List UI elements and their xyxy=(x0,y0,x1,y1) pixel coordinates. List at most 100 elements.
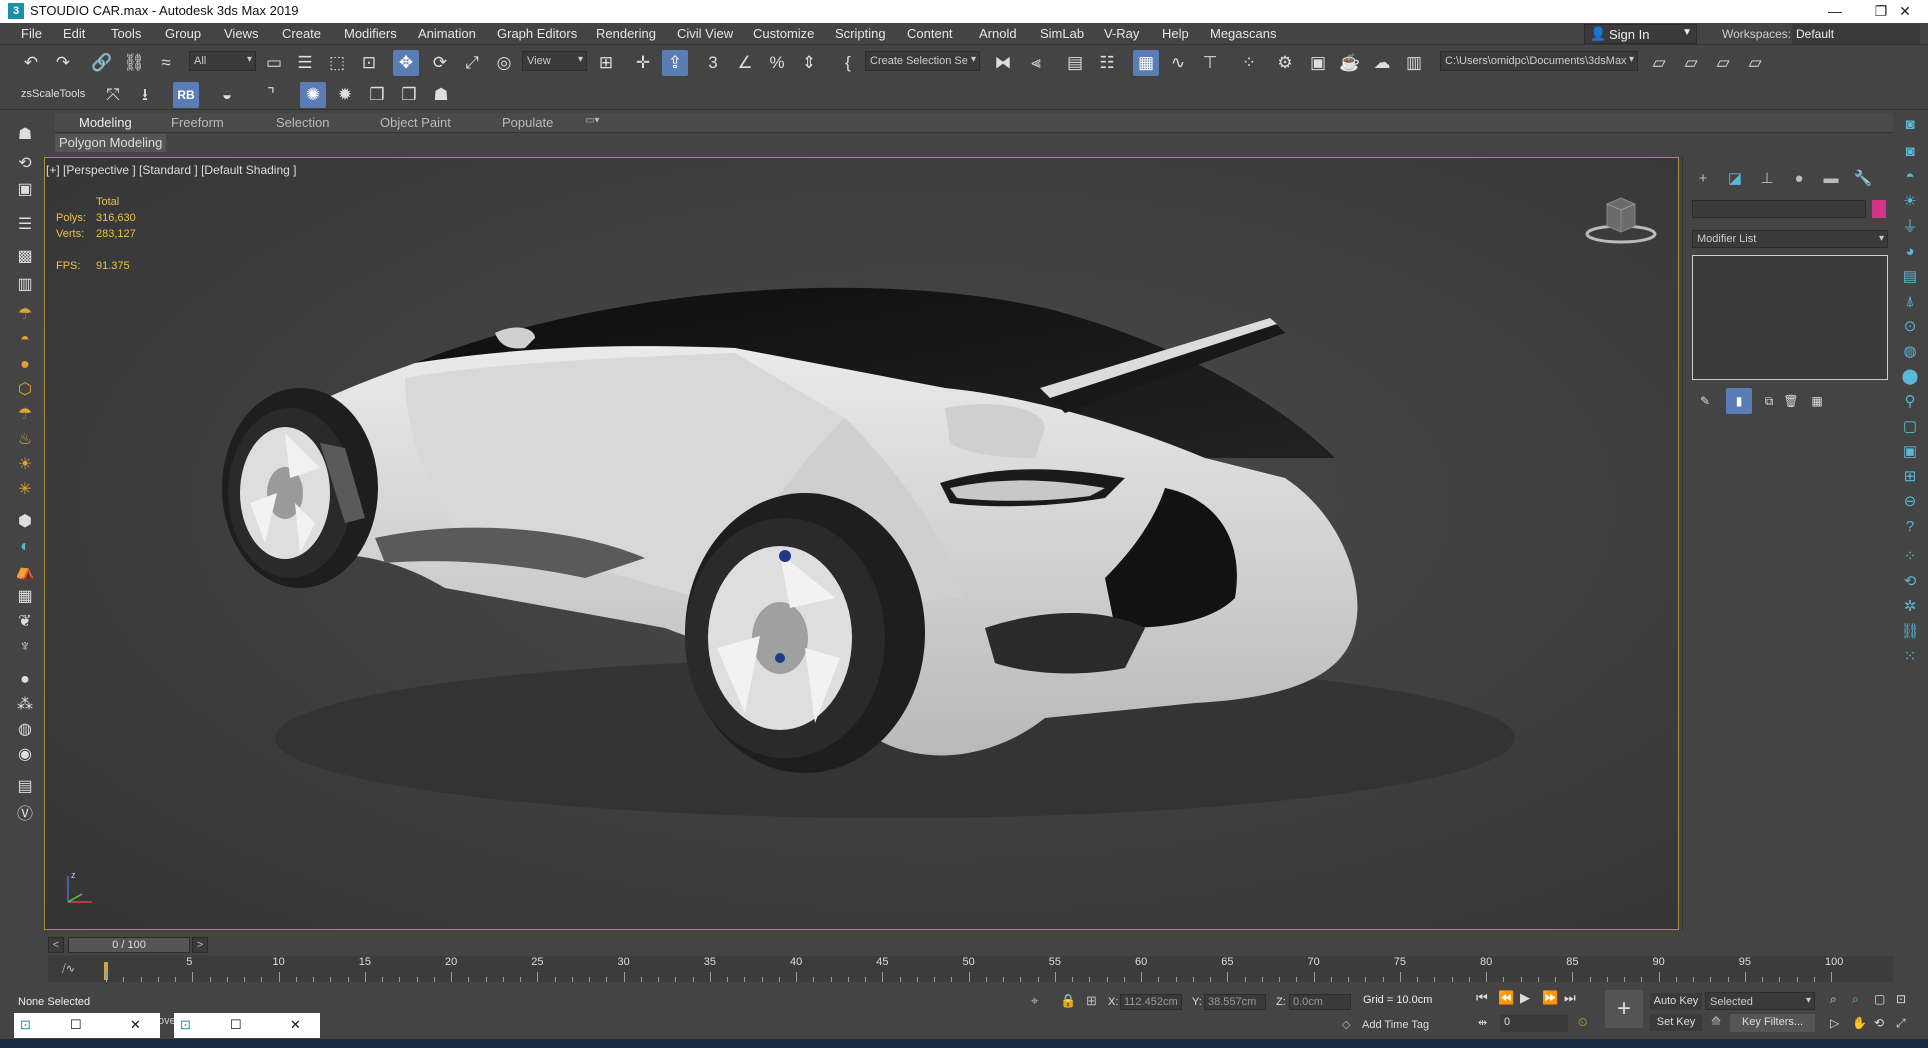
material-editor-icon[interactable]: ⁘ xyxy=(1236,50,1262,76)
configure-modifier-sets-icon[interactable]: ▦ xyxy=(1804,388,1830,414)
minimize-button[interactable]: — xyxy=(1812,0,1858,23)
cylinder-icon[interactable]: ▥ xyxy=(13,273,37,297)
vray-fb-icon[interactable]: ⊞ xyxy=(1898,465,1922,489)
snapshot-icon[interactable]: ▱ xyxy=(1678,50,1704,76)
pin-stack-icon[interactable]: ✎ xyxy=(1692,388,1718,414)
vray-sphere-icon[interactable]: ◍ xyxy=(1898,340,1922,364)
omni-light-icon[interactable]: ♨ xyxy=(13,428,37,452)
close-icon[interactable]: ✕ xyxy=(290,1017,301,1033)
vray-light-icon[interactable]: ◓ xyxy=(1898,165,1922,189)
y-coord-field[interactable]: 38.557cm xyxy=(1204,994,1266,1010)
teapot-icon[interactable]: ☗ xyxy=(13,123,37,147)
named-selection-dropdown[interactable]: Create Selection Se xyxy=(865,51,980,71)
zoom-icon[interactable]: ⌕ xyxy=(1830,992,1837,1007)
vray-fur-icon[interactable]: ⍋ xyxy=(1898,290,1922,314)
create-tab-icon[interactable]: + xyxy=(1691,167,1715,191)
viewcube-icon[interactable] xyxy=(1585,196,1657,246)
object-color-swatch[interactable] xyxy=(1872,200,1886,218)
menu-animation[interactable]: Animation xyxy=(418,26,476,41)
render-effects-icon[interactable]: ✹ xyxy=(332,82,358,108)
menu-graph-editors[interactable]: Graph Editors xyxy=(497,26,577,41)
snap-helper-3-icon[interactable]: ✲ xyxy=(1898,595,1922,619)
key-selection-dropdown[interactable]: Selected xyxy=(1705,992,1815,1010)
render-in-cloud-icon[interactable]: ☁ xyxy=(1369,50,1395,76)
window-crossing-icon[interactable]: ⊡ xyxy=(356,50,382,76)
motion-tab-icon[interactable]: ● xyxy=(1787,167,1811,191)
select-object-icon[interactable]: ▭ xyxy=(261,50,287,76)
mirror-icon[interactable]: ⧓ xyxy=(990,50,1016,76)
bind-spacewarp-icon[interactable]: ≈ xyxy=(153,50,179,76)
project-folder-icon[interactable]: ▱ xyxy=(1646,50,1672,76)
cube-icon[interactable]: ⬢ xyxy=(13,510,37,534)
close-button[interactable]: ✕ xyxy=(1882,0,1928,23)
menu-create[interactable]: Create xyxy=(282,26,321,41)
menu-megascans[interactable]: Megascans xyxy=(1210,26,1276,41)
fire-icon[interactable]: ♆ xyxy=(13,635,37,659)
display-tab-icon[interactable]: ▬ xyxy=(1819,167,1843,191)
orbit-icon[interactable]: ⟲ xyxy=(13,152,37,176)
time-config-icon[interactable]: ⏲ xyxy=(1578,1015,1587,1030)
render-shortcuts-icon[interactable]: ▥ xyxy=(1401,50,1427,76)
render-production-icon[interactable]: ☕ xyxy=(1337,50,1363,76)
show-end-result-icon[interactable]: ▮ xyxy=(1726,388,1752,414)
globe-icon[interactable]: ◐ xyxy=(13,535,37,559)
tab-populate[interactable]: Populate xyxy=(502,115,553,130)
object-name-field[interactable] xyxy=(1692,200,1866,218)
isolate-selection-icon[interactable]: ⌖ xyxy=(1031,993,1038,1009)
orbit-view-icon[interactable]: ⟲ xyxy=(1874,1016,1884,1030)
render-doc-2-icon[interactable]: ❒ xyxy=(396,82,422,108)
menu-content[interactable]: Content xyxy=(907,26,953,41)
prev-frame-icon[interactable]: ⏪ xyxy=(1498,990,1514,1006)
tab-selection[interactable]: Selection xyxy=(276,115,329,130)
align-to-view-icon[interactable]: ▱ xyxy=(1710,50,1736,76)
menu-modifiers[interactable]: Modifiers xyxy=(344,26,397,41)
list-icon[interactable]: ☰ xyxy=(13,213,37,237)
tab-object-paint[interactable]: Object Paint xyxy=(380,115,451,130)
undo-icon[interactable]: ↶ xyxy=(18,50,44,76)
explode-icon[interactable]: ⤧ xyxy=(100,82,126,108)
vray-bulb-icon[interactable]: ⚲ xyxy=(1898,390,1922,414)
vray-dome-icon[interactable]: ◕ xyxy=(1898,240,1922,264)
x-coord-field[interactable]: 112.452cm xyxy=(1120,994,1182,1010)
vray-plane-icon[interactable]: ⊙ xyxy=(1898,315,1922,339)
vray-proxy-icon[interactable]: ▤ xyxy=(1898,265,1922,289)
add-time-tag[interactable]: Add Time Tag xyxy=(1362,1019,1429,1031)
rendered-frame-window-icon[interactable]: ▣ xyxy=(1305,50,1331,76)
snap-helper-2-icon[interactable]: ⟲ xyxy=(1898,570,1922,594)
snap-helper-4-icon[interactable]: ⛓ xyxy=(1898,620,1922,644)
vray-icon[interactable]: Ⓥ xyxy=(13,803,37,827)
vray-material-icon[interactable]: ⬤ xyxy=(1898,365,1922,389)
vray-camera-icon[interactable]: ◙ xyxy=(1898,113,1922,137)
snap-helper-5-icon[interactable]: ⁙ xyxy=(1898,645,1922,669)
viewport-label-menu[interactable]: [+] [Perspective ] [Standard ] [Default … xyxy=(46,163,296,177)
select-by-name-icon[interactable]: ☰ xyxy=(292,50,318,76)
hierarchy-tab-icon[interactable]: ⊥ xyxy=(1755,167,1779,191)
sky-icon[interactable]: ✳ xyxy=(13,478,37,502)
layers-icon[interactable]: ▤ xyxy=(13,775,37,799)
rotate-icon[interactable]: ⟳ xyxy=(427,50,453,76)
scene-explorer-icon[interactable]: ▤ xyxy=(1062,50,1088,76)
track-bar[interactable]: ⧸∿ 5 10 15 20 25 30 35 40 45 50 55 60 65 70 75 80 85 90 95… xyxy=(48,956,1893,982)
z-coord-field[interactable]: 0.0cm xyxy=(1289,994,1351,1010)
palette-icon[interactable]: ◍ xyxy=(13,718,37,742)
polygon-modeling-panel[interactable]: Polygon Modeling xyxy=(55,134,167,152)
menu-vray[interactable]: V-Ray xyxy=(1104,26,1139,41)
curve-icon[interactable]: ⧸∿ xyxy=(62,962,75,976)
auto-key-button[interactable]: Auto Key xyxy=(1650,993,1702,1010)
render-teapot-icon[interactable]: ☗ xyxy=(428,82,454,108)
isolate-icon[interactable]: ▱ xyxy=(1742,50,1768,76)
zoom-extents-icon[interactable]: ▢ xyxy=(1874,992,1885,1006)
goto-end-icon[interactable]: ⏭ xyxy=(1564,990,1576,1006)
play-icon[interactable]: ▶ xyxy=(1520,990,1530,1006)
pan-view-icon[interactable]: ✋ xyxy=(1852,1016,1867,1030)
edit-named-selection-icon[interactable]: { xyxy=(835,50,861,76)
material-ball-icon[interactable]: ● xyxy=(13,668,37,692)
set-key-button[interactable]: Set Key xyxy=(1650,1014,1702,1031)
reference-coordinate-dropdown[interactable]: View xyxy=(522,51,587,71)
half-sphere-icon[interactable]: ◓ xyxy=(13,328,37,352)
box-icon[interactable]: ▣ xyxy=(13,178,37,202)
menu-views[interactable]: Views xyxy=(224,26,258,41)
menu-civil-view[interactable]: Civil View xyxy=(677,26,733,41)
spotlight-icon[interactable]: ☂ xyxy=(13,403,37,427)
workspaces-selector[interactable]: Workspaces: Default xyxy=(1718,24,1928,44)
